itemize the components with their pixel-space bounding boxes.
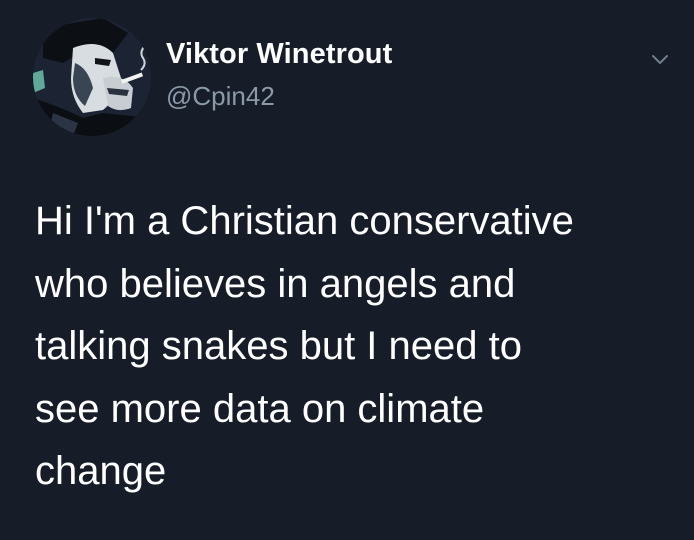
author-display-name[interactable]: Viktor Winetrout xyxy=(166,38,392,71)
tweet-text: Hi I'm a Christian conservative who beli… xyxy=(35,199,574,493)
tweet-card: Viktor Winetrout @Cpin42 Hi I'm a Christ… xyxy=(0,0,694,540)
author-handle[interactable]: @Cpin42 xyxy=(166,81,275,112)
tweet-menu-button[interactable] xyxy=(646,46,674,74)
chevron-down-icon xyxy=(652,55,668,64)
avatar-image xyxy=(33,18,151,136)
avatar[interactable] xyxy=(33,18,151,136)
